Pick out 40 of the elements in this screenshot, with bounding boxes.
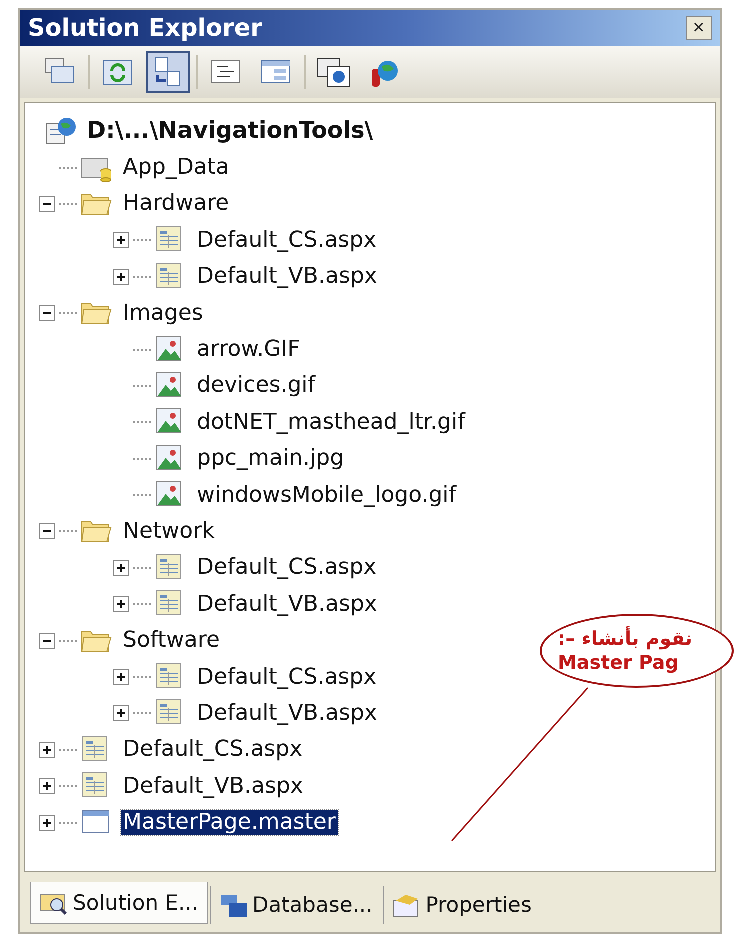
tree-item[interactable]: Default_VB.aspx (195, 264, 380, 290)
collapse-toggle[interactable] (39, 196, 55, 212)
tree-item[interactable]: Default_CS.aspx (195, 555, 379, 580)
project-node[interactable]: D:\...\NavigationTools\ (85, 118, 376, 144)
expand-toggle[interactable] (113, 560, 129, 576)
tree-item[interactable]: Software (121, 628, 222, 654)
collapse-toggle[interactable] (39, 305, 55, 322)
expand-toggle[interactable] (39, 814, 55, 831)
expand-toggle[interactable] (39, 742, 55, 758)
tree-item[interactable]: Network (121, 518, 217, 544)
tree-item[interactable]: Default_CS.aspx (121, 737, 305, 762)
expand-toggle[interactable] (113, 596, 129, 612)
tree-item[interactable]: dotNET_masthead_ltr.gif (195, 410, 468, 435)
toolbar-button[interactable] (146, 51, 190, 93)
collapse-toggle[interactable] (39, 523, 55, 540)
expand-toggle[interactable] (113, 705, 129, 722)
window-title: Solution Explorer (28, 14, 262, 42)
expand-toggle[interactable] (39, 778, 55, 794)
tree-item[interactable]: Default_VB.aspx (121, 774, 306, 799)
tree-item[interactable]: Default_CS.aspx (195, 664, 379, 690)
tree-item[interactable]: Default_CS.aspx (195, 228, 379, 253)
callout-text: نقوم بأنشاء –: (558, 627, 694, 651)
tree-item[interactable]: Default_VB.aspx (195, 700, 380, 726)
expand-toggle[interactable] (113, 268, 129, 285)
tree-item[interactable]: Hardware (121, 191, 232, 216)
tree-item[interactable]: Images (121, 300, 206, 326)
tree-item[interactable]: arrow.GIF (195, 337, 302, 362)
globe-document-icon (45, 116, 77, 146)
tree-item[interactable]: Default_VB.aspx (195, 592, 380, 617)
close-button[interactable]: × (686, 16, 712, 40)
tree-item[interactable]: App_Data (121, 155, 232, 180)
tree-item[interactable]: devices.gif (195, 373, 318, 398)
tree-item[interactable]: MasterPage.master (121, 810, 338, 836)
callout-text: Master Pag (558, 651, 680, 675)
expand-toggle[interactable] (113, 232, 129, 248)
tab[interactable]: Solution E... (30, 882, 208, 924)
expand-toggle[interactable] (113, 669, 129, 686)
collapse-toggle[interactable] (39, 632, 55, 649)
tree-item[interactable]: ppc_main.jpg (195, 446, 346, 472)
tree-item[interactable]: windowsMobile_logo.gif (195, 482, 459, 508)
